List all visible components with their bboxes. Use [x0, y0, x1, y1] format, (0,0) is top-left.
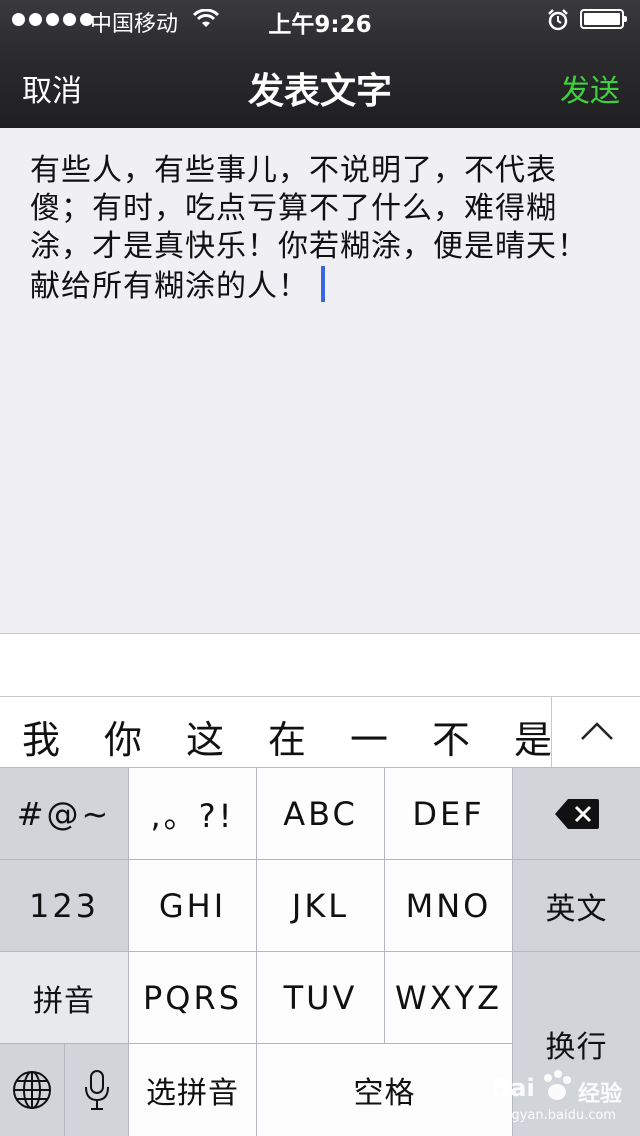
status-time: 上午9:26 — [268, 12, 372, 38]
candidate-expand-button[interactable] — [551, 697, 640, 767]
compose-text: 有些人，有些事儿，不说明了，不代表 傻；有时，吃点亏算不了什么，难得糊 涂，才是… — [30, 152, 610, 306]
page-title: 发表文字 — [247, 71, 392, 112]
status-bar: 中国移动 上午9:26 — [0, 0, 640, 40]
symbols-key[interactable]: #@~ — [0, 768, 128, 859]
compose-line: 傻；有时，吃点亏算不了什么，难得糊 — [30, 191, 557, 226]
number-key[interactable]: 123 — [0, 860, 128, 951]
globe-icon — [13, 1071, 51, 1109]
watermark-url: jingyan.baidu.com — [496, 1108, 616, 1123]
wxyz-key[interactable]: WXYZ — [385, 952, 512, 1043]
candidate-word[interactable]: 在 — [268, 709, 306, 764]
battery-level-fill — [584, 13, 620, 25]
top-bar: 中国移动 上午9:26 取消 发表文字 发送 — [0, 0, 640, 128]
candidate-word[interactable]: 我 — [22, 709, 60, 764]
pqrs-key[interactable]: PQRS — [129, 952, 256, 1043]
english-key[interactable]: 英文 — [513, 860, 640, 951]
compose-line: 献给所有糊涂的人！ — [30, 269, 309, 304]
candidate-word[interactable]: 这 — [186, 709, 224, 764]
select-pinyin-key[interactable]: 选拼音 — [129, 1044, 256, 1136]
input-accessory-strip — [0, 633, 640, 697]
watermark-cn: 经验 — [578, 1082, 623, 1107]
candidate-word[interactable]: 你 — [104, 709, 142, 764]
pinyin-key[interactable]: 拼音 — [0, 952, 128, 1043]
alarm-icon — [548, 9, 568, 31]
abc-key[interactable]: ABC — [257, 768, 384, 859]
punctuation-key[interactable]: ,。?! — [129, 768, 256, 859]
globe-key[interactable] — [0, 1044, 64, 1136]
delete-key[interactable] — [513, 768, 640, 859]
compose-line: 有些人，有些事儿，不说明了，不代表 — [30, 153, 557, 188]
microphone-key[interactable] — [65, 1044, 128, 1136]
tuv-key[interactable]: TUV — [257, 952, 384, 1043]
candidate-word[interactable]: 不 — [432, 709, 470, 764]
microphone-icon — [84, 1070, 109, 1110]
battery-icon — [580, 9, 627, 29]
def-key[interactable]: DEF — [385, 768, 512, 859]
chevron-up-icon — [581, 722, 613, 740]
space-key[interactable]: 空格 — [257, 1044, 512, 1136]
backspace-icon — [554, 798, 599, 829]
compose-line: 涂，才是真快乐！你若糊涂，便是晴天！ — [30, 229, 588, 264]
candidate-bar: 我 你 这 在 一 不 是 — [0, 696, 640, 768]
compose-textarea[interactable]: 有些人，有些事儿，不说明了，不代表 傻；有时，吃点亏算不了什么，难得糊 涂，才是… — [0, 128, 640, 633]
paw-icon — [544, 1070, 571, 1100]
jkl-key[interactable]: JKL — [257, 860, 384, 951]
baidu-watermark: Bai 经验 jingyan.baidu.com — [486, 1068, 636, 1130]
candidate-word[interactable]: 是 — [514, 709, 552, 764]
watermark-logo: Bai — [492, 1074, 535, 1102]
text-caret — [321, 266, 325, 302]
mno-key[interactable]: MNO — [385, 860, 512, 951]
candidate-word[interactable]: 一 — [350, 709, 388, 764]
ghi-key[interactable]: GHI — [129, 860, 256, 951]
send-button[interactable]: 发送 — [560, 66, 620, 110]
